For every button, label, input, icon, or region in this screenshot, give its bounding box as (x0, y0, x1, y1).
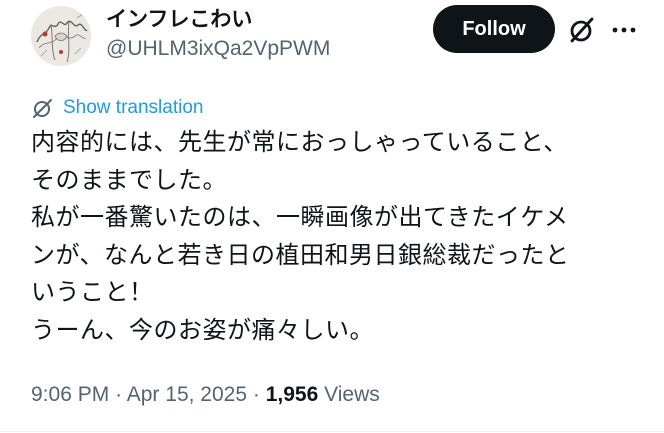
avatar[interactable] (31, 6, 91, 66)
tweet-date[interactable]: Apr 15, 2025 (127, 383, 247, 406)
tweet-text-line: うーん、今のお姿が痛々しい。 (31, 315, 374, 344)
show-translation-link[interactable]: Show translation (31, 95, 203, 121)
meta-separator: · (115, 383, 123, 406)
grok-icon[interactable] (566, 14, 598, 46)
tweet-time[interactable]: 9:06 PM (31, 383, 109, 406)
tweet-card: インフレこわい @UHLM3ixQa2VpPWM Follow Show tra… (0, 0, 664, 433)
author-display-name[interactable]: インフレこわい (106, 6, 252, 32)
tweet-metadata: 9:06 PM · Apr 15, 2025 · 1,956 Views (31, 380, 380, 410)
tweet-text-line: 内容的には、先生が常におっしゃっていること、 (31, 128, 568, 156)
views-label: Views (324, 383, 380, 406)
views-count: 1,956 (265, 383, 319, 406)
tweet-text-line: 私が一番驚いたのは、一瞬画像が出てきたイケメ (31, 203, 569, 231)
meta-separator: · (252, 383, 260, 406)
show-translation-label: Show translation (63, 97, 204, 118)
tweet-text-line: ンが、なんと若き日の植田和男日銀総裁だったと (31, 240, 570, 269)
avatar-image (31, 6, 91, 66)
tweet-text-line: そのままでした。 (31, 165, 227, 194)
follow-button[interactable]: Follow (433, 5, 555, 53)
divider (0, 431, 664, 432)
author-handle[interactable]: @UHLM3ixQa2VpPWM (106, 36, 330, 62)
tweet-text: 内容的には、先生が常におっしゃっていること、 そのままでした。 私が一番驚いたの… (31, 124, 631, 349)
more-options-icon[interactable] (608, 14, 640, 46)
tweet-text-line: いうこと！ (31, 278, 154, 306)
translate-globe-icon (31, 96, 55, 120)
